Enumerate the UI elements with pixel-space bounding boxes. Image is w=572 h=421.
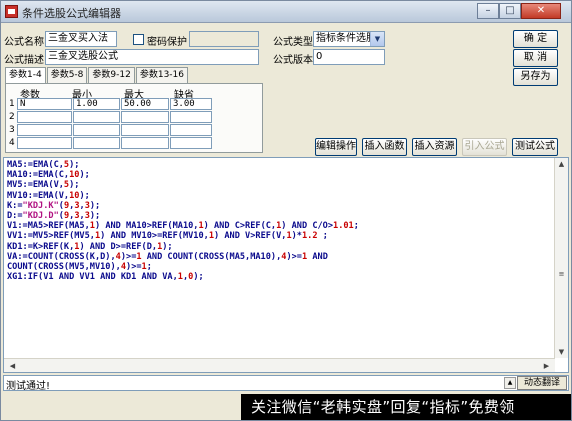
code-line[interactable]: MA5:=EMA(C,5); — [7, 160, 359, 170]
cancel-button[interactable]: 取 消 — [513, 49, 558, 67]
import-formula-button[interactable]: 引入公式 — [462, 138, 507, 156]
close-button[interactable]: ✕ — [521, 3, 561, 19]
chevron-down-icon[interactable]: ▼ — [370, 32, 384, 46]
formula-version-field[interactable]: 0 — [313, 49, 385, 65]
dynamic-translate-button[interactable]: 动态翻译 — [517, 376, 567, 390]
horizontal-scrollbar[interactable]: ◀ ▶ — [4, 358, 555, 372]
password-label: 密码保护 — [147, 37, 187, 48]
formula-desc-field[interactable]: 三金叉选股公式 — [45, 49, 259, 65]
ok-button[interactable]: 确 定 — [513, 30, 558, 48]
formula-name-field[interactable]: 三金叉买入法 — [45, 31, 117, 47]
save-as-button[interactable]: 另存为 — [513, 68, 558, 86]
code-line[interactable]: V1:=MA5>REF(MA5,1) AND MA10>REF(MA10,1) … — [7, 221, 359, 231]
param-row-num: 4 — [9, 138, 15, 148]
formula-desc-label: 公式描述 — [4, 55, 44, 66]
param-4-min[interactable] — [73, 137, 120, 149]
formula-type-value: 指标条件选股 — [316, 33, 376, 44]
minimize-button[interactable]: – — [477, 3, 499, 19]
window-controls: – □ ✕ — [477, 3, 561, 20]
param-3-name[interactable] — [17, 124, 72, 136]
insert-function-button[interactable]: 插入函数 — [362, 138, 407, 156]
password-checkbox[interactable] — [133, 34, 144, 45]
code-line[interactable]: KD1:=K>REF(K,1) AND D>=REF(D,1); — [7, 242, 359, 252]
code-line[interactable]: D:="KDJ.D"(9,3,3); — [7, 211, 359, 221]
code-line[interactable]: MV5:=EMA(V,5); — [7, 180, 359, 190]
param-2-default[interactable] — [170, 111, 212, 123]
status-bar: 测试通过! ▲ 动态翻译 — [3, 375, 569, 392]
title-bar: 条件选股公式编辑器 – □ ✕ — [1, 1, 571, 23]
param-tabs: 参数1-4 参数5-8 参数9-12 参数13-16 — [5, 67, 189, 84]
insert-resource-button[interactable]: 插入资源 — [412, 138, 457, 156]
code-text[interactable]: MA5:=EMA(C,5); MA10:=EMA(C,10); MV5:=EMA(V… — [7, 160, 359, 282]
param-1-name[interactable]: N — [17, 98, 72, 110]
tab-params-5-8[interactable]: 参数5-8 — [46, 67, 88, 83]
code-line[interactable]: XG1:IF(V1 AND VV1 AND KD1 AND VA,1,0); — [7, 272, 359, 282]
code-editor[interactable]: MA5:=EMA(C,5); MA10:=EMA(C,10); MV5:=EMA(V… — [3, 157, 569, 373]
param-2-max[interactable] — [121, 111, 169, 123]
param-4-name[interactable] — [17, 137, 72, 149]
watermark-banner: 关注微信“老韩实盘”回复“指标”免费领 — [241, 394, 571, 420]
app-icon — [5, 5, 18, 18]
param-row-num: 3 — [9, 125, 15, 135]
param-row-num: 1 — [9, 99, 15, 109]
formula-name-label: 公式名称 — [4, 37, 44, 48]
param-row-num: 2 — [9, 112, 15, 122]
param-2-name[interactable] — [17, 111, 72, 123]
scroll-left-icon[interactable]: ◀ — [6, 360, 19, 372]
test-formula-button[interactable]: 测试公式 — [512, 138, 558, 156]
maximize-icon: □ — [505, 5, 515, 16]
scroll-up-icon[interactable]: ▲ — [555, 158, 568, 170]
code-line[interactable]: K:="KDJ.K"(9,3,3); — [7, 201, 359, 211]
code-line[interactable]: VV1:=MV5>REF(MV5,1) AND MV10>=REF(MV10,1… — [7, 231, 359, 241]
status-scroll-up-icon[interactable]: ▲ — [504, 377, 516, 389]
status-text: 测试通过! — [6, 381, 51, 392]
window-title: 条件选股公式编辑器 — [22, 7, 121, 20]
code-line[interactable]: COUNT(CROSS(MV5,MV10),4)>=1; — [7, 262, 359, 272]
formula-version-label: 公式版本 — [273, 55, 313, 66]
formula-type-select[interactable]: 指标条件选股 ▼ — [313, 31, 385, 47]
param-4-default[interactable] — [170, 137, 212, 149]
scroll-right-icon[interactable]: ▶ — [540, 360, 553, 372]
tab-params-1-4[interactable]: 参数1-4 — [5, 67, 46, 84]
scroll-down-icon[interactable]: ▼ — [555, 346, 568, 358]
code-line[interactable]: MA10:=EMA(C,10); — [7, 170, 359, 180]
maximize-button[interactable]: □ — [499, 3, 521, 19]
param-3-min[interactable] — [73, 124, 120, 136]
param-1-max[interactable]: 50.00 — [121, 98, 169, 110]
param-1-default[interactable]: 3.00 — [170, 98, 212, 110]
param-grid: 参数 最小 最大 缺省 1 N 1.00 50.00 3.00 2 3 4 — [5, 83, 263, 153]
param-3-max[interactable] — [121, 124, 169, 136]
code-line[interactable]: MV10:=EMA(V,10); — [7, 191, 359, 201]
param-3-default[interactable] — [170, 124, 212, 136]
param-1-min[interactable]: 1.00 — [73, 98, 120, 110]
close-icon: ✕ — [536, 5, 546, 16]
tab-params-13-16[interactable]: 参数13-16 — [135, 67, 188, 83]
password-field[interactable] — [189, 31, 259, 47]
minimize-icon: – — [485, 5, 491, 16]
param-4-max[interactable] — [121, 137, 169, 149]
formula-type-label: 公式类型 — [273, 37, 313, 48]
code-line[interactable]: VA:=COUNT(CROSS(K,D),4)>=1 AND COUNT(CRO… — [7, 252, 359, 262]
edit-ops-button[interactable]: 编辑操作 — [315, 138, 357, 156]
formula-editor-window: 条件选股公式编辑器 – □ ✕ 公式名称 三金叉买入法 密码保护 公式类型 指标… — [0, 0, 572, 421]
param-2-min[interactable] — [73, 111, 120, 123]
tab-params-9-12[interactable]: 参数9-12 — [88, 67, 135, 83]
vertical-scrollbar[interactable]: ▲ ≡ ▼ — [554, 158, 568, 358]
scroll-grip-icon[interactable]: ≡ — [555, 268, 568, 280]
